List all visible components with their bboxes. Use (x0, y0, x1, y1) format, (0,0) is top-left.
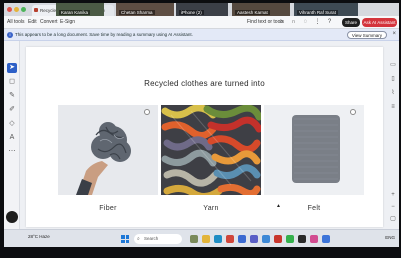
yarn-caption: Yarn (203, 205, 219, 212)
pdf-icon (34, 8, 38, 12)
eraser-tool-icon[interactable]: ◇ (7, 119, 17, 129)
floating-bubble[interactable] (6, 211, 18, 223)
window-close-dot[interactable] (7, 7, 12, 12)
menu-convert[interactable]: Convert (40, 19, 58, 25)
close-icon[interactable]: × (392, 31, 396, 37)
info-icon: i (7, 32, 13, 38)
page-icon[interactable]: ▢ (389, 215, 397, 223)
attachment-icon[interactable]: ⌇ (389, 89, 397, 97)
acrobat-icon[interactable] (274, 235, 282, 243)
ai-summary-banner: i This appears to be a long document. Sa… (4, 29, 399, 41)
document-page: Recycled clothes are turned into Fiber Y… (26, 47, 383, 227)
participant-tile[interactable]: Vihranth Raf Surat (294, 3, 358, 16)
participant-name: Vihranth Raf Surat (297, 10, 338, 15)
zoom-out-icon[interactable]: − (389, 203, 397, 211)
taskbar-search-placeholder: Search (144, 236, 159, 241)
fiber-image (58, 105, 158, 195)
participant-name: iPhone (2) (179, 10, 204, 15)
thumbnails-icon[interactable]: ▭ (389, 61, 397, 69)
select-tool-icon[interactable]: ➤ (7, 63, 17, 73)
search-icon: ⌕ (137, 236, 140, 242)
more-tools-icon[interactable]: ⋯ (7, 147, 17, 157)
comment-tool-icon[interactable]: ◻ (7, 77, 17, 87)
right-tools-rail: ▭ ▯ ⌇ ≡ + − ▢ (387, 41, 399, 229)
screen: Recycle Money.pdf × + New Karan Kanika C… (4, 3, 399, 247)
zoom-in-icon[interactable]: + (389, 191, 397, 199)
participant-tile[interactable]: Chetan Sharma (116, 3, 174, 16)
banner-text: This appears to be a long document. Save… (15, 32, 193, 37)
participant-tile[interactable]: Karan Kanika (56, 3, 104, 16)
bookmark-icon[interactable]: ▯ (389, 75, 397, 83)
app-icon[interactable] (298, 235, 306, 243)
app-toolbar: All tools Edit Convert E-Sign Find text … (4, 16, 399, 29)
edge-icon[interactable] (214, 235, 222, 243)
left-tools-rail: ➤ ◻ ✎ ✐ ◇ A ⋯ (4, 41, 20, 229)
search-icon[interactable]: ⌕ (278, 19, 285, 26)
taskbar: 28°C Haze ⌕ Search ENG (4, 229, 399, 247)
felt-zoom-icon[interactable] (350, 109, 356, 115)
participant-tile[interactable]: iPhone (2) (176, 3, 228, 16)
mouse-cursor: ▲ (276, 203, 281, 209)
page-heading: Recycled clothes are turned into (144, 79, 265, 88)
menu-esign[interactable]: E-Sign (60, 19, 75, 25)
mail-icon[interactable] (262, 235, 270, 243)
news-icon[interactable] (190, 235, 198, 243)
highlight-tool-icon[interactable]: ✐ (7, 105, 17, 115)
app-icon[interactable] (238, 235, 246, 243)
menu-all-tools[interactable]: All tools (7, 19, 25, 25)
headphones-icon[interactable]: ∩ (290, 19, 297, 26)
window-max-dot[interactable] (21, 7, 26, 12)
window-min-dot[interactable] (14, 7, 19, 12)
layers-icon[interactable]: ≡ (389, 103, 397, 111)
chrome-icon[interactable] (226, 235, 234, 243)
menu-edit[interactable]: Edit (28, 19, 37, 25)
text-tool-icon[interactable]: A (7, 133, 17, 143)
weather-widget[interactable]: 28°C Haze (28, 234, 50, 239)
help-icon[interactable]: ? (326, 19, 333, 26)
app-icon[interactable] (310, 235, 318, 243)
monitor-bezel: Recycle Money.pdf × + New Karan Kanika C… (0, 0, 401, 258)
app-icon[interactable] (322, 235, 330, 243)
bell-icon[interactable]: ◌ (302, 19, 309, 26)
participant-tile[interactable]: Aastesh Karnat (232, 3, 290, 16)
participant-name: Karan Kanika (59, 10, 91, 15)
apps-icon[interactable]: ⋮ (314, 19, 321, 26)
share-button[interactable]: Share (342, 18, 360, 27)
fiber-zoom-icon[interactable] (144, 109, 150, 115)
yarn-image (161, 105, 261, 195)
participant-name: Chetan Sharma (119, 10, 155, 15)
system-tray-language[interactable]: ENG (385, 235, 395, 240)
view-summary-button[interactable]: View Summary (346, 31, 387, 39)
ask-ai-button[interactable]: Ask AI Assistant (362, 18, 397, 27)
teams-icon[interactable] (250, 235, 258, 243)
pen-tool-icon[interactable]: ✎ (7, 91, 17, 101)
taskbar-search[interactable]: ⌕ Search (134, 234, 182, 244)
felt-image (264, 105, 364, 195)
tab-strip: Recycle Money.pdf × + New Karan Kanika C… (4, 3, 399, 16)
fiber-caption: Fiber (99, 205, 117, 212)
windows-start-icon[interactable] (121, 235, 129, 243)
participant-name: Aastesh Karnat (235, 10, 270, 15)
whatsapp-icon[interactable] (286, 235, 294, 243)
file-explorer-icon[interactable] (202, 235, 210, 243)
